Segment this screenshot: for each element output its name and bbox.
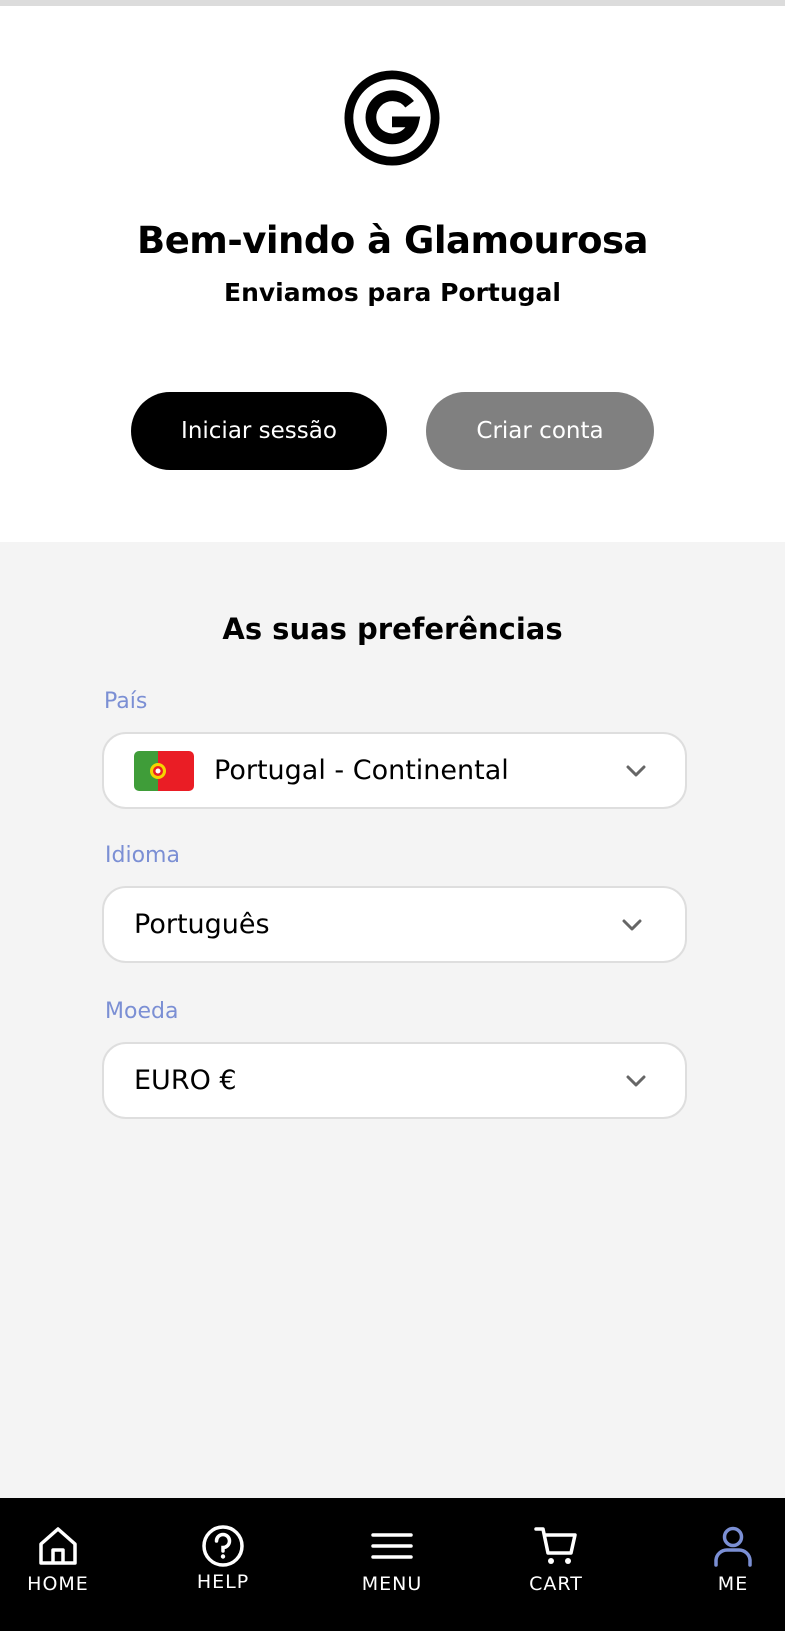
menu-icon — [371, 1533, 413, 1559]
login-button[interactable]: Iniciar sessão — [131, 392, 387, 470]
tab-me[interactable]: ME — [668, 1498, 785, 1631]
tab-help[interactable]: HELP — [158, 1498, 288, 1631]
currency-value: EURO € — [134, 1065, 237, 1096]
user-icon — [714, 1526, 752, 1567]
create-account-button[interactable]: Criar conta — [426, 392, 654, 470]
welcome-title: Bem-vindo à Glamourosa — [137, 219, 648, 262]
home-icon — [39, 1527, 77, 1565]
language-value: Português — [134, 909, 270, 940]
country-label: País — [104, 689, 148, 714]
currency-select[interactable]: EURO € — [102, 1042, 687, 1119]
chevron-down-icon — [622, 919, 642, 930]
chevron-down-icon — [626, 1075, 646, 1086]
shipping-subtitle: Enviamos para Portugal — [224, 278, 561, 307]
language-select[interactable]: Português — [102, 886, 687, 963]
preferences-title: As suas preferências — [222, 612, 563, 646]
tab-cart[interactable]: CART — [491, 1498, 621, 1631]
glamourosa-logo-icon — [344, 70, 440, 166]
country-value: Portugal - Continental — [214, 755, 509, 786]
preferences-section: As suas preferências País Portugal - Con… — [0, 542, 785, 1498]
tab-me-label: ME — [717, 1573, 749, 1595]
welcome-section: Bem-vindo à Glamourosa Enviamos para Por… — [0, 6, 785, 542]
portugal-flag-icon — [134, 750, 194, 791]
help-icon — [202, 1525, 244, 1567]
tab-home[interactable]: HOME — [0, 1498, 123, 1631]
chevron-down-icon — [626, 765, 646, 776]
tab-home-label: HOME — [27, 1573, 89, 1595]
tab-help-label: HELP — [196, 1571, 250, 1593]
language-label: Idioma — [105, 843, 180, 868]
country-select[interactable]: Portugal - Continental — [102, 732, 687, 809]
currency-label: Moeda — [105, 999, 179, 1024]
cart-icon — [534, 1527, 577, 1564]
tab-cart-label: CART — [529, 1573, 583, 1595]
tab-menu[interactable]: MENU — [327, 1498, 457, 1631]
tab-menu-label: MENU — [361, 1573, 423, 1595]
bottom-tab-bar: HOME HELP MENU CART ME — [0, 1498, 785, 1631]
